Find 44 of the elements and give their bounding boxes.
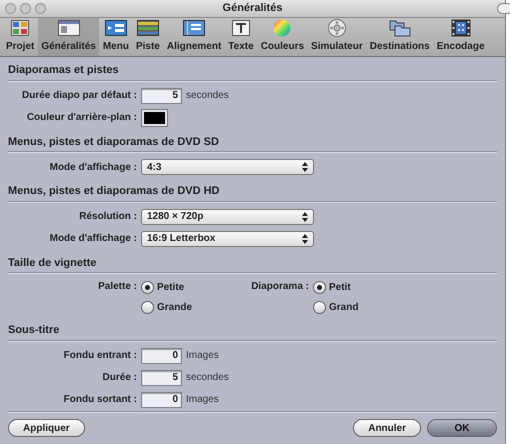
radio-button[interactable]: Grande: [141, 298, 249, 316]
radio-group-label: Diaporama :: [250, 280, 310, 294]
toolbar-tab[interactable]: Généralités: [38, 18, 99, 56]
toolbar-tab[interactable]: Destinations: [366, 18, 433, 56]
toolbar-tab[interactable]: Texte: [225, 18, 257, 56]
field-label: Durée :: [102, 371, 138, 385]
section-heading: Taille de vignette: [8, 256, 98, 270]
toolbar-tab[interactable]: Projet: [3, 18, 38, 56]
unit-label: secondes: [186, 371, 229, 385]
number-field[interactable]: 0: [141, 348, 182, 364]
window-title: Généralités: [222, 1, 282, 16]
toolbar-tab[interactable]: Simulateur: [308, 18, 366, 56]
popup-menu[interactable]: 16:9 Letterbox: [141, 230, 314, 246]
toolbar-tab[interactable]: Encodage: [434, 18, 488, 56]
radio-group-label: Palette :: [97, 280, 138, 294]
field-label: Mode d'affichage :: [48, 160, 138, 174]
push-button[interactable]: OK: [427, 419, 497, 437]
field-label: Résolution :: [78, 210, 138, 224]
radio-button[interactable]: Petite: [141, 278, 249, 296]
radio-button[interactable]: Petit: [313, 278, 358, 296]
radio-button[interactable]: Grand: [313, 298, 358, 316]
push-button[interactable]: Appliquer: [8, 419, 85, 437]
field-label: Mode d'affichage :: [48, 232, 138, 246]
unit-label: Images: [186, 393, 219, 407]
push-button[interactable]: Annuler: [353, 419, 421, 437]
section-heading: Menus, pistes et diaporamas de DVD HD: [8, 184, 220, 199]
field-label: Fondu sortant :: [62, 393, 138, 407]
unit-label: Images: [186, 349, 219, 363]
toolbar-tab[interactable]: Piste: [132, 18, 163, 56]
number-field[interactable]: 5: [141, 370, 182, 386]
toolbar-tab[interactable]: Alignement: [164, 18, 224, 56]
section-heading: Menus, pistes et diaporamas de DVD SD: [8, 134, 220, 150]
number-field[interactable]: 5: [141, 88, 182, 104]
popup-menu[interactable]: 1280 × 720p: [141, 208, 314, 224]
field-label: Fondu entrant :: [62, 349, 138, 363]
popup-menu[interactable]: 4:3: [141, 159, 314, 175]
unit-label: secondes: [186, 89, 229, 103]
field-label: Couleur d'arrière-plan :: [26, 111, 138, 125]
field-label: Durée diapo par défaut :: [20, 89, 138, 103]
toolbar-tab[interactable]: Couleurs: [258, 18, 308, 56]
toolbar-tab[interactable]: Menu: [100, 18, 132, 56]
section-heading: Diaporamas et pistes: [8, 63, 120, 78]
section-heading: Sous-titre: [8, 323, 60, 338]
number-field[interactable]: 0: [141, 392, 182, 408]
